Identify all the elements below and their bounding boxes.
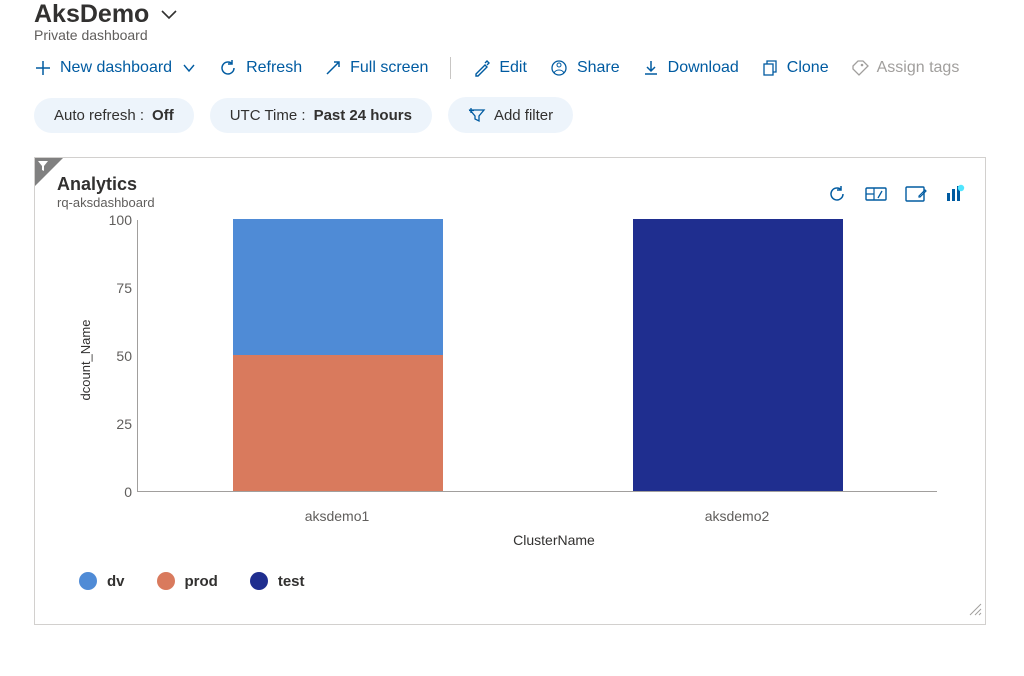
full-screen-button[interactable]: Full screen: [324, 59, 428, 77]
clone-icon: [761, 59, 779, 77]
add-filter-label: Add filter: [494, 107, 553, 124]
add-filter-icon: [468, 106, 486, 124]
refresh-label: Refresh: [246, 59, 302, 77]
pencil-icon: [473, 59, 491, 77]
x-axis-label: ClusterName: [123, 532, 985, 548]
x-axis-categories: aksdemo1 aksdemo2: [137, 504, 937, 526]
edit-tile-icon: [905, 184, 927, 204]
legend-entry-test[interactable]: test: [250, 572, 305, 590]
query-icon: [865, 184, 887, 204]
download-icon: [642, 59, 660, 77]
x-category: aksdemo1: [305, 508, 370, 524]
bar-aksdemo2[interactable]: [633, 219, 843, 491]
legend-entry-prod[interactable]: prod: [157, 572, 218, 590]
share-icon: [549, 58, 569, 78]
y-axis-label: dcount_Name: [78, 320, 93, 401]
auto-refresh-pill[interactable]: Auto refresh : Off: [34, 98, 194, 133]
resize-icon: [968, 602, 982, 616]
analytics-tile: Analytics rq-aksdashboard dcount_Name: [34, 157, 986, 625]
plus-icon: [34, 59, 52, 77]
y-tick: 25: [98, 416, 132, 432]
chevron-down-icon: [159, 5, 179, 25]
download-button[interactable]: Download: [642, 59, 739, 77]
chart-legend: dv prod test: [79, 572, 985, 590]
legend-label-dv: dv: [107, 573, 125, 590]
clone-button[interactable]: Clone: [761, 59, 829, 77]
chart-area: dcount_Name 0255075100: [93, 216, 943, 504]
tile-query-button[interactable]: [865, 184, 887, 204]
legend-label-test: test: [278, 573, 305, 590]
chart-plot: 0255075100: [137, 220, 937, 492]
swatch-prod: [157, 572, 175, 590]
edit-label: Edit: [499, 59, 527, 77]
new-dashboard-dropdown[interactable]: [182, 61, 196, 75]
dashboard-header: AksDemo Private dashboard: [34, 0, 990, 43]
tile-pin-button[interactable]: [945, 184, 965, 204]
new-dashboard-button[interactable]: New dashboard: [34, 59, 172, 77]
swatch-dv: [79, 572, 97, 590]
chevron-down-icon: [182, 61, 196, 75]
clone-label: Clone: [787, 59, 829, 77]
dashboard-subtitle: Private dashboard: [34, 27, 990, 43]
separator: [450, 57, 451, 79]
full-screen-label: Full screen: [350, 59, 428, 77]
expand-icon: [324, 59, 342, 77]
tag-icon: [851, 59, 869, 77]
legend-label-prod: prod: [185, 573, 218, 590]
refresh-button[interactable]: Refresh: [218, 58, 302, 78]
tile-title: Analytics: [57, 174, 155, 195]
refresh-icon: [827, 184, 847, 204]
assign-tags-button[interactable]: Assign tags: [851, 59, 960, 77]
dashboard-switch-chevron[interactable]: [159, 5, 179, 25]
edit-button[interactable]: Edit: [473, 59, 527, 77]
refresh-icon: [218, 58, 238, 78]
filter-bar: Auto refresh : Off UTC Time : Past 24 ho…: [34, 97, 990, 133]
time-range-value: Past 24 hours: [314, 107, 412, 124]
y-tick: 100: [98, 212, 132, 228]
share-label: Share: [577, 59, 620, 77]
filter-icon: [37, 159, 49, 177]
bar-segment-test: [633, 219, 843, 491]
add-filter-pill[interactable]: Add filter: [448, 97, 573, 133]
bar-segment-prod: [233, 355, 443, 491]
share-button[interactable]: Share: [549, 58, 620, 78]
legend-entry-dv[interactable]: dv: [79, 572, 125, 590]
y-tick: 0: [98, 484, 132, 500]
tile-subtitle: rq-aksdashboard: [57, 195, 155, 210]
bar-aksdemo1[interactable]: [233, 219, 443, 491]
swatch-test: [250, 572, 268, 590]
assign-tags-label: Assign tags: [877, 59, 960, 77]
command-bar: New dashboard Refresh Full screen Edit S…: [34, 57, 990, 79]
auto-refresh-label: Auto refresh :: [54, 107, 144, 124]
bar-segment-dv: [233, 219, 443, 355]
time-range-pill[interactable]: UTC Time : Past 24 hours: [210, 98, 432, 133]
new-dashboard-label: New dashboard: [60, 59, 172, 77]
y-tick: 50: [98, 348, 132, 364]
y-tick: 75: [98, 280, 132, 296]
download-label: Download: [668, 59, 739, 77]
tile-edit-button[interactable]: [905, 184, 927, 204]
tile-refresh-button[interactable]: [827, 184, 847, 204]
time-range-label: UTC Time :: [230, 107, 306, 124]
resize-handle[interactable]: [968, 602, 982, 621]
dashboard-title: AksDemo: [34, 0, 149, 29]
x-category: aksdemo2: [705, 508, 770, 524]
logs-icon: [945, 184, 965, 204]
auto-refresh-value: Off: [152, 107, 174, 124]
